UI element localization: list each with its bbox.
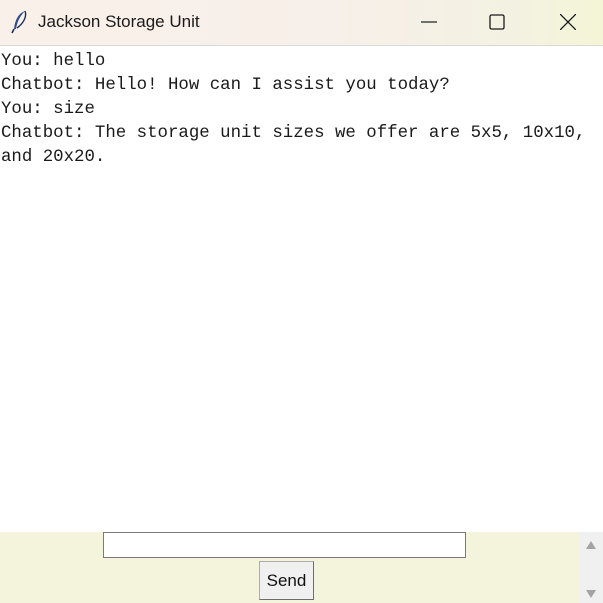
chat-message: Chatbot: Hello! How can I assist you tod… — [1, 76, 450, 95]
vertical-scrollbar[interactable] — [579, 532, 603, 603]
chat-message: Chatbot: The storage unit sizes we offer… — [1, 124, 596, 167]
chat-history[interactable]: You: hello Chatbot: Hello! How can I ass… — [0, 46, 603, 532]
message-input[interactable] — [103, 532, 466, 558]
close-button[interactable] — [545, 0, 591, 45]
send-button[interactable]: Send — [259, 561, 314, 600]
close-icon — [560, 14, 576, 30]
minimize-icon — [421, 21, 437, 23]
scroll-up-button[interactable] — [579, 535, 603, 555]
feather-icon — [11, 10, 29, 34]
triangle-up-icon — [586, 541, 596, 549]
minimize-button[interactable] — [406, 0, 452, 45]
input-panel: Send — [0, 532, 579, 603]
maximize-button[interactable] — [474, 0, 520, 45]
scroll-down-button[interactable] — [579, 584, 603, 603]
maximize-icon — [489, 14, 505, 30]
window-title: Jackson Storage Unit — [38, 12, 200, 31]
title-bar[interactable]: Jackson Storage Unit — [0, 0, 603, 46]
app-window: Jackson Storage Unit You: hello Chatbot:… — [0, 0, 603, 603]
triangle-down-icon — [586, 590, 596, 598]
chat-message: You: size — [1, 100, 95, 119]
chat-message: You: hello — [1, 52, 106, 71]
